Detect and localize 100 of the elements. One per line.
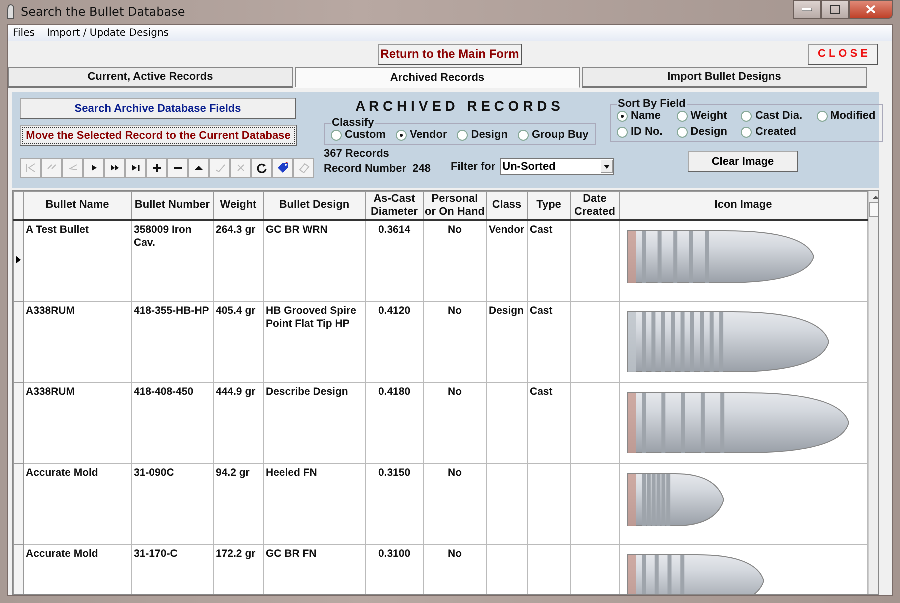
minimize-button[interactable] bbox=[793, 0, 821, 19]
table-cell: Cast bbox=[530, 386, 553, 398]
scroll-up-icon[interactable] bbox=[872, 194, 878, 200]
close-icon bbox=[866, 5, 876, 14]
table-cell: 0.3614 bbox=[378, 224, 411, 236]
table-cell: 0.3150 bbox=[378, 467, 411, 479]
navigation-button[interactable] bbox=[83, 158, 104, 178]
dropdown-arrow-icon bbox=[600, 160, 613, 173]
navigation-button[interactable] bbox=[251, 158, 272, 178]
filter-dropdown[interactable]: Un-Sorted bbox=[500, 158, 614, 175]
table-cell: 0.4120 bbox=[378, 305, 411, 317]
navigation-button[interactable] bbox=[104, 158, 125, 178]
navigation-button[interactable] bbox=[188, 158, 209, 178]
table-cell: 172.2 gr bbox=[216, 548, 256, 560]
column-header: Type bbox=[528, 192, 570, 220]
table-cell: No bbox=[448, 548, 462, 560]
column-header: Personal or On Hand bbox=[424, 192, 486, 220]
navigation-button[interactable] bbox=[146, 158, 167, 178]
menu-item[interactable]: Files bbox=[13, 28, 35, 38]
table-cell: HB Grooved Spire Point Flat Tip HP bbox=[266, 305, 356, 330]
table-cell: 31-090C bbox=[134, 467, 174, 479]
refresh-icon bbox=[256, 162, 268, 174]
column-header: Bullet Number bbox=[132, 192, 214, 220]
filter-label: Filter for bbox=[451, 160, 496, 172]
checkmark-icon bbox=[214, 162, 226, 174]
table-cell: Describe Design bbox=[266, 386, 348, 398]
table-cell: Accurate Mold bbox=[26, 548, 98, 560]
column-header: Icon Image bbox=[620, 192, 868, 220]
maximize-button[interactable] bbox=[821, 0, 849, 19]
column-header: Class bbox=[486, 192, 528, 220]
table-cell: 444.9 gr bbox=[216, 386, 256, 398]
table-cell: 31-170-C bbox=[134, 548, 178, 560]
record-count: 367 Records bbox=[324, 148, 390, 160]
column-header: Date Created bbox=[570, 192, 620, 220]
maximize-icon bbox=[830, 5, 840, 14]
skip-forward-icon bbox=[130, 162, 142, 174]
column-header: As-Cast Diameter bbox=[366, 192, 424, 220]
table-cell: 418-355-HB-HP bbox=[134, 305, 210, 317]
table-cell: A338RUM bbox=[26, 386, 76, 398]
table-cell: Heeled FN bbox=[266, 467, 318, 479]
radio-option[interactable]: Weight bbox=[676, 110, 728, 122]
fast-forward-icon bbox=[108, 162, 120, 174]
radio-option[interactable]: Custom bbox=[331, 129, 386, 141]
table-cell: 0.4180 bbox=[378, 386, 411, 398]
tab[interactable]: Import Bullet Designs bbox=[582, 67, 867, 88]
window-title: Search the Bullet Database bbox=[21, 5, 186, 19]
return-button[interactable]: Return to the Main Form bbox=[378, 44, 522, 64]
radio-option[interactable]: Name bbox=[617, 110, 663, 122]
table-cell: No bbox=[448, 305, 462, 317]
table-cell: Design bbox=[489, 305, 524, 317]
table-cell: 405.4 gr bbox=[216, 305, 256, 317]
current-row-icon bbox=[14, 254, 22, 264]
clear-image-button[interactable]: Clear Image bbox=[688, 151, 798, 172]
radio-option[interactable]: Vendor bbox=[396, 129, 448, 141]
column-header: Weight bbox=[214, 192, 264, 220]
table-cell: Cast bbox=[530, 224, 553, 236]
table-cell: GC BR FN bbox=[266, 548, 317, 560]
navigation-button[interactable] bbox=[125, 158, 146, 178]
navigation-button[interactable] bbox=[272, 158, 293, 178]
close-form-button[interactable]: C L O S E bbox=[808, 44, 878, 64]
column-header: Bullet Name bbox=[24, 192, 132, 220]
row-selector[interactable] bbox=[14, 220, 24, 302]
table-cell: A Test Bullet bbox=[26, 224, 90, 236]
radio-option[interactable]: Group Buy bbox=[518, 129, 589, 141]
table-cell: Accurate Mold bbox=[26, 467, 98, 479]
radio-option[interactable]: Created bbox=[741, 126, 803, 138]
x-icon bbox=[234, 162, 246, 174]
menu-item[interactable]: Import / Update Designs bbox=[46, 28, 169, 38]
table-cell: 358009 Iron Cav. bbox=[134, 224, 192, 249]
table-cell: 94.2 gr bbox=[216, 467, 250, 479]
column-header: Bullet Design bbox=[264, 192, 366, 220]
group-label: Sort By Field bbox=[617, 98, 687, 110]
table-cell: 0.3100 bbox=[378, 548, 411, 560]
move-record-button[interactable]: Move the Selected Record to the Current Database bbox=[20, 125, 297, 146]
section-heading: A R C H I V E D R E C O R D S bbox=[354, 98, 562, 114]
navigation-button[interactable] bbox=[167, 158, 188, 178]
group-label: Classify bbox=[331, 117, 376, 129]
table-cell: No bbox=[448, 386, 462, 398]
close-button[interactable] bbox=[849, 0, 893, 19]
table-cell: No bbox=[448, 224, 462, 236]
radio-option[interactable]: Design bbox=[457, 129, 508, 141]
minimize-icon bbox=[802, 8, 812, 12]
tag-icon bbox=[276, 162, 288, 174]
eraser-icon bbox=[298, 162, 310, 174]
table-cell: 264.3 gr bbox=[216, 224, 256, 236]
radio-option[interactable]: Design bbox=[676, 126, 728, 138]
table-cell: A338RUM bbox=[26, 305, 76, 317]
table-cell: Vendor bbox=[489, 224, 525, 236]
table-cell: 418-408-450 bbox=[134, 386, 194, 398]
record-number: Record Number 248 bbox=[324, 163, 432, 175]
bullet-icon bbox=[7, 4, 15, 20]
search-button[interactable]: Search Archive Database Fields bbox=[20, 98, 296, 119]
tab[interactable]: Current, Active Records bbox=[8, 67, 293, 88]
tab[interactable]: Archived Records bbox=[295, 67, 580, 88]
radio-option[interactable]: Modified bbox=[816, 110, 876, 122]
plus-icon bbox=[150, 162, 162, 174]
first-record-icon bbox=[24, 162, 36, 174]
table-cell: No bbox=[448, 467, 462, 479]
radio-option[interactable]: ID No. bbox=[617, 126, 663, 138]
radio-option[interactable]: Cast Dia. bbox=[741, 110, 803, 122]
